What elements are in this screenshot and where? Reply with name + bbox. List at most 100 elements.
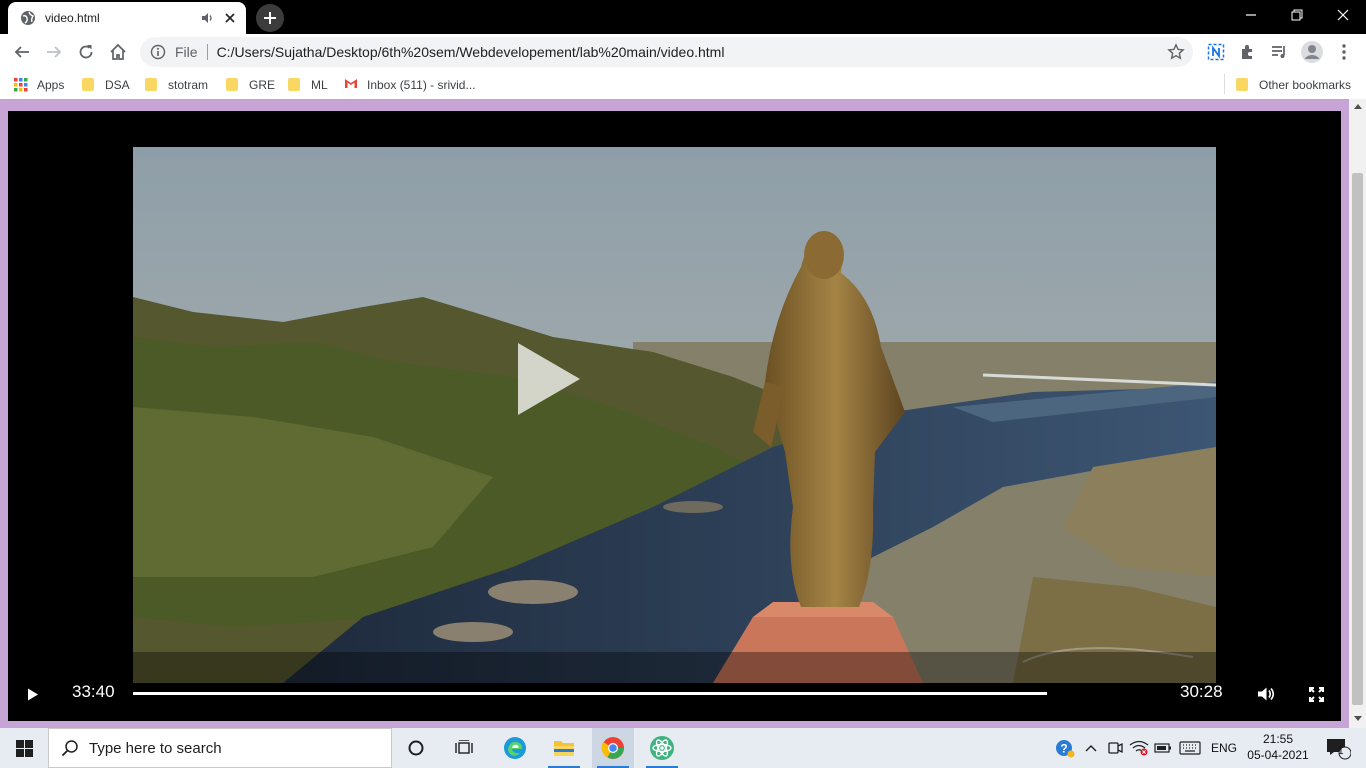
play-icon bbox=[28, 688, 38, 700]
video-controls: 33:40 30:28 bbox=[8, 673, 1341, 713]
atom-editor-icon bbox=[650, 736, 674, 760]
windows-taskbar: Type here to search ? ENG 21:55 05-04-20… bbox=[0, 728, 1366, 768]
back-button[interactable] bbox=[8, 38, 36, 66]
url-text[interactable]: C:/Users/Sujatha/Desktop/6th%20sem/Webde… bbox=[217, 44, 1167, 60]
bookmark-folder-ml[interactable]: ML bbox=[288, 76, 328, 94]
bookmark-label: ML bbox=[311, 78, 328, 92]
folder-icon bbox=[1236, 78, 1250, 92]
notification-count: 1 bbox=[1338, 746, 1344, 757]
bookmark-label: Apps bbox=[37, 78, 65, 92]
search-placeholder: Type here to search bbox=[89, 739, 222, 757]
close-window-button[interactable] bbox=[1320, 0, 1366, 30]
taskbar-edge[interactable] bbox=[495, 728, 535, 768]
folder-icon bbox=[288, 78, 302, 92]
restore-button[interactable] bbox=[1274, 0, 1320, 30]
video-player[interactable]: 33:40 30:28 bbox=[8, 111, 1341, 721]
queue-music-icon bbox=[1272, 46, 1285, 58]
help-tray-icon[interactable]: ? bbox=[1052, 728, 1078, 768]
task-view-button[interactable] bbox=[446, 728, 482, 768]
scroll-down-icon[interactable] bbox=[1349, 711, 1366, 725]
meet-now-tray-icon[interactable] bbox=[1104, 728, 1126, 768]
close-icon bbox=[1337, 9, 1349, 21]
remaining-time: 30:28 bbox=[1180, 682, 1223, 701]
forward-button[interactable] bbox=[40, 38, 68, 66]
folder-icon bbox=[226, 78, 240, 92]
bookmark-gmail-inbox[interactable]: Inbox (511) - srivid... bbox=[344, 76, 475, 94]
bookmarks-bar: Apps DSA stotram GRE ML Inbox (511) - sr… bbox=[0, 70, 1366, 99]
restore-icon bbox=[1291, 9, 1303, 21]
chevron-up-icon bbox=[1085, 745, 1097, 752]
search-icon bbox=[61, 739, 79, 757]
taskbar-chrome[interactable] bbox=[592, 728, 634, 768]
bookmark-folder-dsa[interactable]: DSA bbox=[82, 76, 130, 94]
tab-audio-icon[interactable] bbox=[200, 11, 214, 25]
show-hidden-icons-button[interactable] bbox=[1080, 728, 1102, 768]
big-play-overlay-icon[interactable] bbox=[516, 341, 582, 417]
puzzle-icon bbox=[1242, 45, 1252, 59]
touch-keyboard-tray-icon[interactable] bbox=[1177, 728, 1203, 768]
cortana-button[interactable] bbox=[398, 728, 434, 768]
seek-bar[interactable] bbox=[133, 692, 1047, 695]
forward-arrow-icon bbox=[47, 46, 62, 58]
fullscreen-icon bbox=[1308, 686, 1324, 702]
url-scheme: File bbox=[175, 44, 198, 60]
fullscreen-button[interactable] bbox=[1303, 681, 1329, 707]
tab-close-icon[interactable] bbox=[222, 10, 238, 26]
back-arrow-icon bbox=[14, 46, 29, 58]
tab-title: video.html bbox=[45, 11, 100, 25]
scrollbar-thumb[interactable] bbox=[1352, 173, 1363, 705]
taskbar-search-box[interactable]: Type here to search bbox=[48, 728, 392, 768]
extensions-button[interactable] bbox=[1234, 38, 1262, 66]
input-language-indicator[interactable]: ENG bbox=[1208, 728, 1240, 768]
profile-button[interactable] bbox=[1298, 38, 1326, 66]
home-icon bbox=[110, 43, 126, 60]
bookmark-apps[interactable]: Apps bbox=[14, 76, 64, 94]
taskbar-clock[interactable]: 21:55 05-04-2021 bbox=[1244, 731, 1312, 763]
menu-button[interactable] bbox=[1330, 38, 1358, 66]
other-bookmarks[interactable]: Other bookmarks bbox=[1236, 76, 1351, 94]
other-bookmarks-label: Other bookmarks bbox=[1259, 78, 1352, 92]
minimize-button[interactable] bbox=[1228, 0, 1274, 30]
start-button[interactable] bbox=[0, 728, 48, 768]
plus-icon bbox=[264, 12, 276, 24]
info-icon[interactable] bbox=[150, 44, 166, 60]
page-content: 33:40 30:28 bbox=[0, 99, 1366, 728]
media-control-button[interactable] bbox=[1265, 38, 1293, 66]
page-scrollbar[interactable] bbox=[1349, 99, 1366, 728]
extension-n-button[interactable] bbox=[1202, 38, 1230, 66]
scroll-up-icon[interactable] bbox=[1349, 99, 1366, 113]
reload-button[interactable] bbox=[72, 38, 100, 66]
video-frame[interactable] bbox=[133, 147, 1216, 683]
address-bar[interactable]: File C:/Users/Sujatha/Desktop/6th%20sem/… bbox=[140, 37, 1193, 67]
bookmark-label: GRE bbox=[249, 78, 276, 92]
language-label: ENG bbox=[1210, 741, 1237, 755]
home-button[interactable] bbox=[104, 38, 132, 66]
taskbar-file-explorer[interactable] bbox=[543, 728, 585, 768]
battery-tray-icon[interactable] bbox=[1152, 728, 1174, 768]
new-tab-button[interactable] bbox=[256, 4, 284, 32]
svg-text:?: ? bbox=[1060, 742, 1067, 756]
extension-n-icon bbox=[1207, 43, 1225, 61]
network-disconnected-tray-icon[interactable] bbox=[1127, 728, 1151, 768]
bookmarks-separator bbox=[1224, 74, 1225, 94]
file-explorer-icon bbox=[554, 741, 574, 756]
mute-button[interactable] bbox=[1253, 681, 1279, 707]
volume-icon bbox=[1258, 687, 1275, 701]
bookmark-folder-stotram[interactable]: stotram bbox=[145, 76, 208, 94]
apps-grid-icon bbox=[14, 78, 28, 92]
clock-time: 21:55 bbox=[1262, 732, 1294, 746]
bookmark-folder-gre[interactable]: GRE bbox=[226, 76, 275, 94]
edge-icon bbox=[504, 737, 526, 759]
minimize-icon bbox=[1246, 14, 1256, 16]
bookmark-label: DSA bbox=[105, 78, 130, 92]
kebab-menu-icon bbox=[1342, 44, 1346, 60]
action-center-button[interactable]: 1 bbox=[1318, 728, 1358, 768]
play-button[interactable] bbox=[20, 681, 46, 707]
gmail-icon bbox=[344, 78, 358, 92]
video-frame-image bbox=[133, 147, 1216, 683]
windows-logo-icon bbox=[15, 739, 33, 757]
bookmark-star-icon[interactable] bbox=[1167, 43, 1185, 61]
reload-icon bbox=[79, 45, 93, 59]
browser-tab[interactable]: video.html bbox=[8, 2, 246, 34]
taskbar-atom[interactable] bbox=[641, 728, 683, 768]
